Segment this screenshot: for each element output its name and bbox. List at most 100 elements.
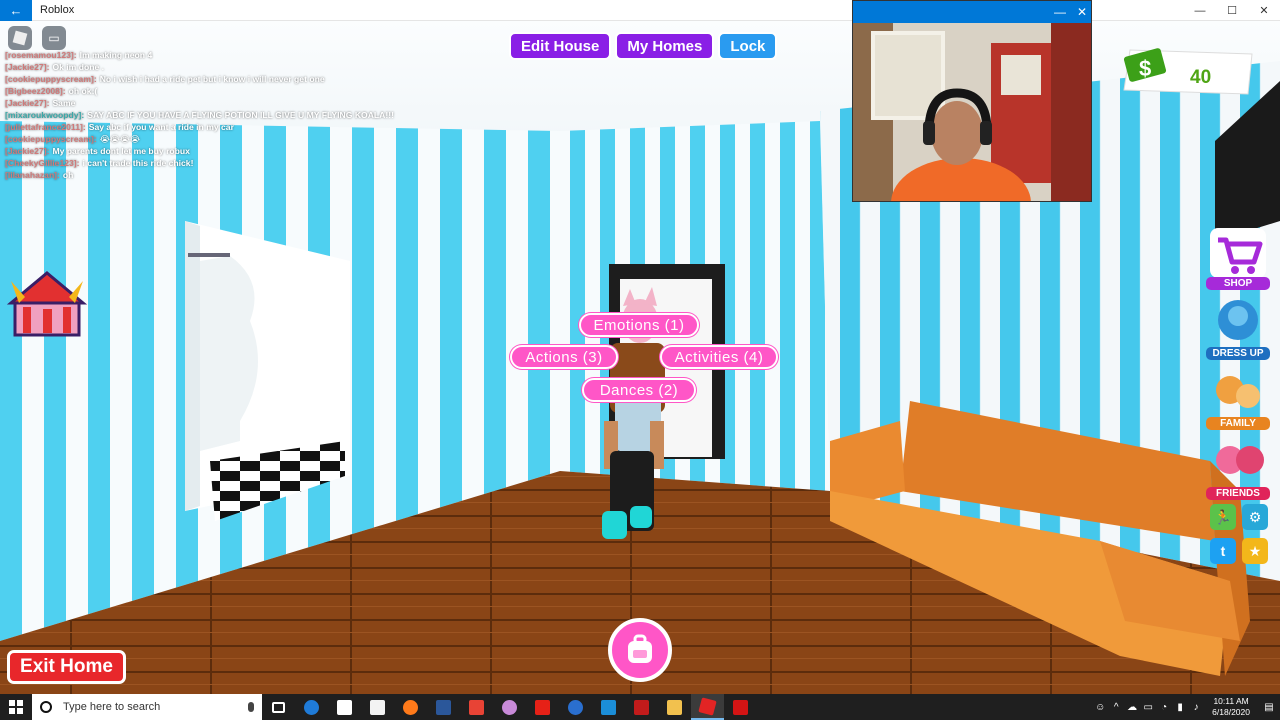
webcam-minimize-icon[interactable]: — (1049, 5, 1071, 19)
word-icon[interactable] (427, 694, 460, 720)
activities-button[interactable]: Activities (4) (660, 345, 778, 369)
webcam-video (853, 23, 1091, 201)
chat-message: [Jackie27]: Ok im done . (5, 61, 375, 73)
webcam-close-icon[interactable]: ✕ (1071, 5, 1091, 19)
network-icon[interactable]: ▭ (1140, 702, 1156, 713)
clock-date: 6/18/2020 (1212, 707, 1250, 717)
lock-button[interactable]: Lock (718, 32, 778, 60)
chat-text: My parents dont let me buy robux (52, 146, 190, 156)
webcam-titlebar: — ✕ (853, 1, 1091, 23)
volume-icon[interactable]: ♪ (1188, 702, 1204, 713)
chat-text: SAY ABC IF YOU HAVE A FLYING POTION ILL … (87, 110, 394, 120)
chat-username[interactable]: [cookiepuppyscream]: (5, 74, 97, 84)
chat-message: [rosemamou123]: Im making neon 4 (5, 49, 375, 61)
people-icon[interactable]: ☺ (1092, 702, 1108, 713)
roblox-taskbar-icon[interactable] (691, 694, 724, 720)
microphone-icon[interactable] (248, 702, 254, 712)
window-app-icon[interactable] (592, 694, 625, 720)
my-homes-button[interactable]: My Homes (615, 32, 715, 60)
friends-button[interactable]: FRIENDS (1206, 436, 1270, 500)
chat-username[interactable]: [CheekyGillie123]: (5, 158, 80, 168)
wifi-icon[interactable]: ◔ (1156, 702, 1172, 713)
windows-start-icon[interactable] (0, 694, 32, 720)
roblox-menu-icon[interactable] (8, 26, 32, 50)
webcam-overlay[interactable]: — ✕ (852, 0, 1092, 202)
chat-username[interactable]: [lilanahazan]: (5, 170, 60, 180)
chat-text: Ok im done . (52, 62, 105, 72)
youtube-icon[interactable] (526, 694, 559, 720)
family-button[interactable]: FAMILY (1206, 366, 1270, 430)
taskbar-search-input[interactable]: Type here to search (32, 694, 262, 720)
file-explorer-icon[interactable] (658, 694, 691, 720)
chat-message: [Bigbeez2008]: oh ok:( (5, 85, 375, 97)
edit-house-button[interactable]: Edit House (509, 32, 612, 60)
chat-log: [rosemamou123]: Im making neon 4 [Jackie27… (5, 49, 394, 181)
chat-message: [Jackie27]: My parents dont let me buy ro… (5, 145, 375, 157)
notification-icon[interactable]: ▤ (1258, 702, 1280, 713)
chat-message: [cookiepuppyscream]: No i wish i had a ri… (5, 73, 375, 85)
chat-message: [cookiepuppyscream]: 😭😭😭😭 (5, 133, 375, 145)
egg-icon[interactable] (493, 694, 526, 720)
emotions-button[interactable]: Emotions (1) (579, 313, 699, 337)
search-placeholder: Type here to search (63, 701, 161, 713)
dances-button[interactable]: Dances (2) (582, 378, 696, 402)
dress-up-button[interactable]: DRESS UP (1206, 296, 1270, 360)
cloud-icon[interactable]: ☁ (1124, 702, 1140, 713)
chat-message: [mixaroukwoopdy]: SAY ABC IF YOU HAVE A F… (5, 109, 394, 121)
gear-icon[interactable]: ⚙ (1242, 504, 1268, 530)
chat-message: [Jackie27]: Same (5, 97, 375, 109)
notepad-icon[interactable] (361, 694, 394, 720)
chat-username[interactable]: [Jackie27]: (5, 62, 49, 72)
task-view-icon[interactable] (262, 694, 295, 720)
chat-toggle-icon[interactable]: ▭ (42, 26, 66, 50)
recorder-icon[interactable] (724, 694, 757, 720)
twitter-icon[interactable]: t (1210, 538, 1236, 564)
chat-message: [CheekyGillie123]: i can't trade this rid… (5, 157, 375, 169)
windows-taskbar: Type here to search ☺ ^ ☁ ▭ ◔ ▮ ♪ 10:11 … (0, 694, 1280, 720)
close-icon[interactable]: ✕ (1248, 0, 1280, 21)
battery-icon[interactable]: ▮ (1172, 702, 1188, 713)
flash-icon[interactable] (625, 694, 658, 720)
chat-text: i can't trade this ride chick! (82, 158, 194, 168)
chevron-up-icon[interactable]: ^ (1108, 702, 1124, 713)
dress-up-label: DRESS UP (1206, 347, 1270, 360)
gmail-icon[interactable] (460, 694, 493, 720)
circus-event-icon[interactable] (5, 269, 90, 344)
chat-text: Same (52, 98, 76, 108)
chat-text: Im making neon 4 (79, 50, 153, 60)
store-icon[interactable] (328, 694, 361, 720)
chat-username[interactable]: [rosemamou123]: (5, 50, 77, 60)
firefox-icon[interactable] (394, 694, 427, 720)
chat-username[interactable]: [Jackie27]: (5, 98, 49, 108)
chat-toolbar: ▭ (8, 26, 66, 50)
cortana-icon[interactable] (559, 694, 592, 720)
chat-username[interactable]: [juliettafrance2011]: (5, 122, 86, 132)
clock-time: 10:11 AM (1213, 696, 1249, 706)
backpack-button[interactable] (608, 618, 672, 682)
system-tray: ☺ ^ ☁ ▭ ◔ ▮ ♪ 10:11 AM 6/18/2020 ▤ (1092, 694, 1280, 720)
chat-username[interactable]: [Bigbeez2008]: (5, 86, 66, 96)
edge-browser-icon[interactable] (295, 694, 328, 720)
back-arrow-icon[interactable]: ← (0, 0, 32, 21)
chat-username[interactable]: [Jackie27]: (5, 146, 49, 156)
run-icon[interactable]: 🏃 (1210, 504, 1236, 530)
chat-text: Say abc if you want a ride in my car (88, 122, 234, 132)
chat-message: [lilanahazan]: oh (5, 169, 375, 181)
chat-username[interactable]: [mixaroukwoopdy]: (5, 110, 84, 120)
taskbar-clock[interactable]: 10:11 AM 6/18/2020 (1212, 696, 1250, 718)
chat-username[interactable]: [cookiepuppyscream]: (5, 134, 97, 144)
search-icon (40, 701, 52, 713)
maximize-icon[interactable]: ☐ (1216, 0, 1248, 21)
actions-button[interactable]: Actions (3) (510, 345, 618, 369)
friends-label: FRIENDS (1206, 487, 1270, 500)
minimize-icon[interactable]: — (1184, 0, 1216, 21)
shop-label: SHOP (1206, 277, 1270, 290)
shop-button[interactable]: SHOP (1206, 226, 1270, 290)
chat-text: 😭😭😭😭 (99, 134, 140, 144)
window-controls: — ☐ ✕ (1184, 0, 1280, 21)
window-title: Roblox (40, 4, 75, 16)
family-label: FAMILY (1206, 417, 1270, 430)
star-icon[interactable]: ★ (1242, 538, 1268, 564)
chat-message: [juliettafrance2011]: Say abc if you want… (5, 121, 375, 133)
exit-home-button[interactable]: Exit Home (7, 650, 126, 684)
